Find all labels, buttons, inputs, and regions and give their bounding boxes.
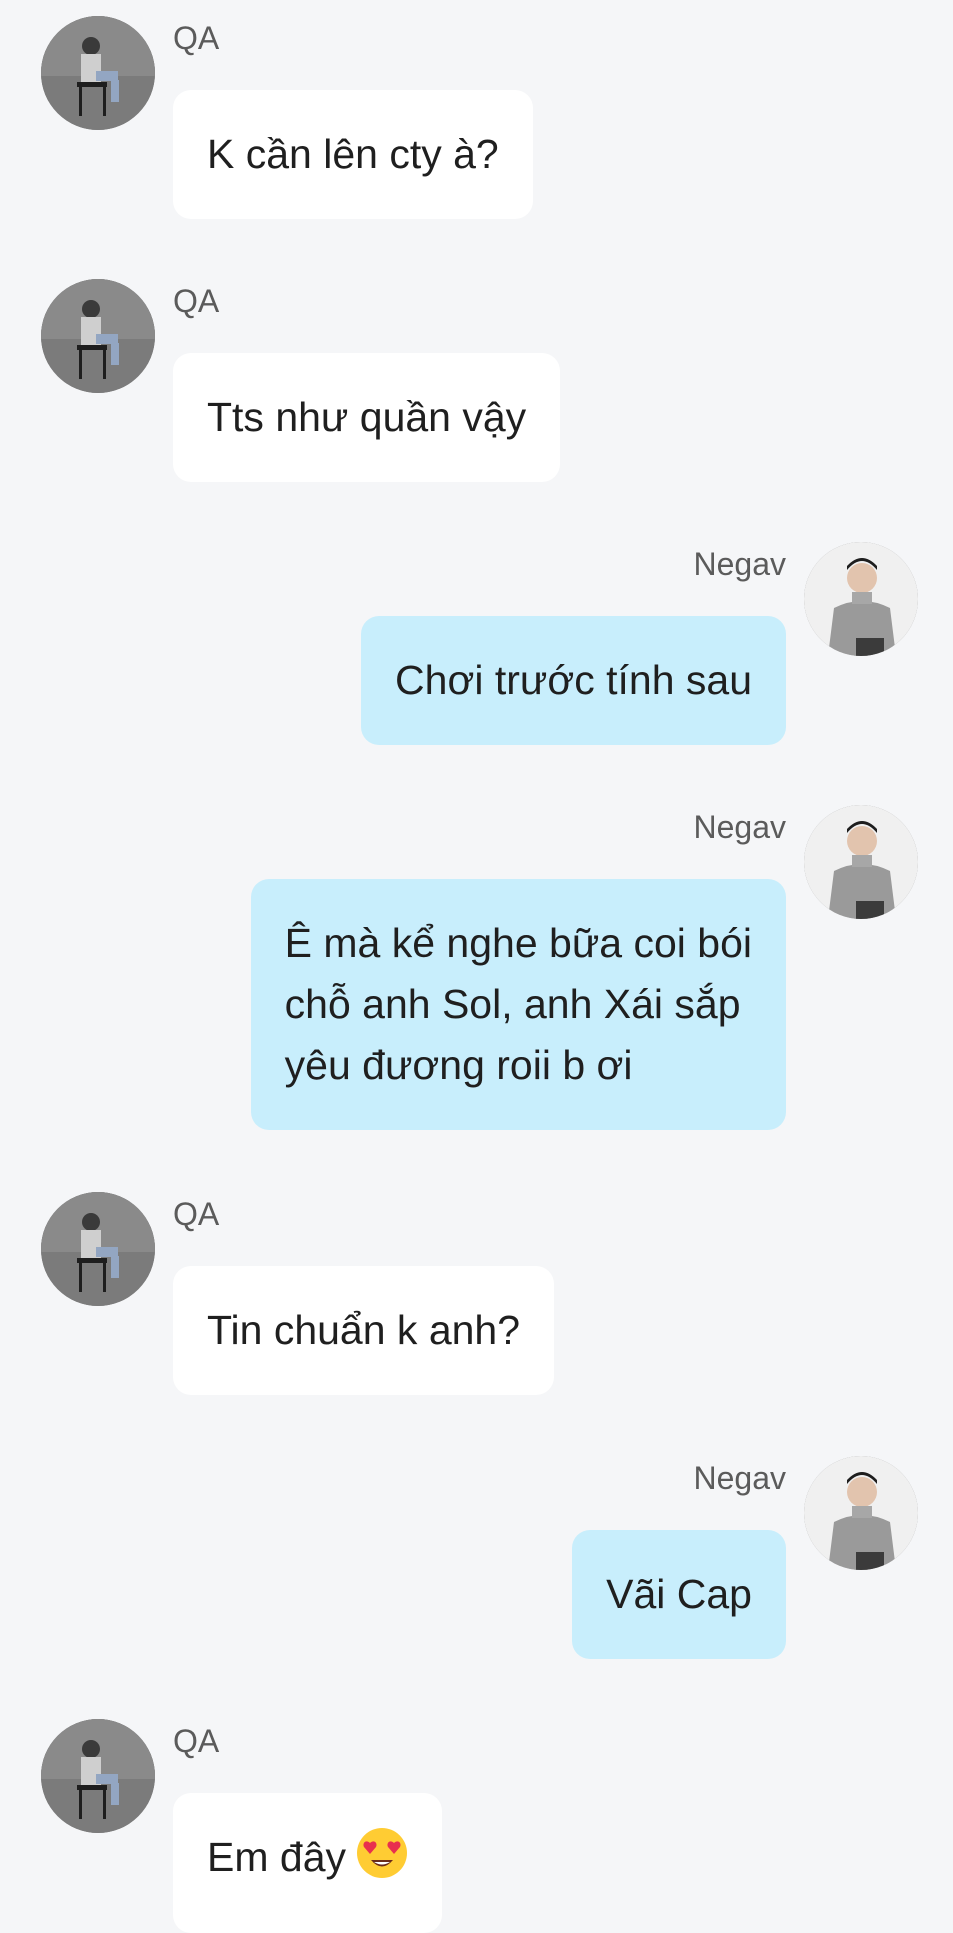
sender-name: QA	[173, 1723, 220, 1759]
sender-name: QA	[173, 20, 220, 56]
message-row: Negav Chơi trước tính sau	[0, 542, 953, 752]
message-row: QA Tts như quần vậy	[0, 279, 953, 489]
avatar-negav-image	[804, 1456, 918, 1570]
sender-name: QA	[173, 1196, 220, 1232]
sender-name: Negav	[693, 546, 787, 582]
message-bubble[interactable]: Tin chuẩn k anh?	[173, 1266, 555, 1395]
avatar-negav-icon[interactable]	[804, 805, 918, 919]
message-bubble[interactable]: Em đây	[173, 1793, 442, 1933]
avatar-qa-icon[interactable]	[41, 279, 155, 393]
avatar-qa-icon[interactable]	[41, 1719, 155, 1833]
heart-eyes-emoji-icon	[357, 1828, 407, 1878]
message-bubble[interactable]: Vãi Cap	[572, 1530, 786, 1659]
sender-name: QA	[173, 283, 220, 319]
sender-name: Negav	[693, 809, 787, 845]
message-bubble[interactable]: K cần lên cty à?	[173, 90, 533, 219]
message-row: QA K cần lên cty à?	[0, 16, 953, 226]
chat-thread[interactable]: QA K cần lên cty à? QA Tts như quần vậy	[0, 0, 953, 1933]
message-text: Em đây	[207, 1834, 346, 1880]
message-bubble[interactable]: Ê mà kể nghe bữa coi bói chỗ anh Sol, an…	[250, 879, 786, 1130]
avatar-negav-icon[interactable]	[804, 1456, 918, 1570]
avatar-negav-image	[804, 542, 918, 656]
avatar-negav-icon[interactable]	[804, 542, 918, 656]
message-bubble[interactable]: Chơi trước tính sau	[361, 616, 786, 745]
avatar-qa-icon[interactable]	[41, 16, 155, 130]
message-row: QA Em đây	[0, 1719, 953, 1933]
avatar-qa-image	[41, 1192, 155, 1306]
avatar-qa-image	[41, 279, 155, 393]
message-row: QA Tin chuẩn k anh?	[0, 1192, 953, 1402]
avatar-qa-image	[41, 16, 155, 130]
sender-name: Negav	[693, 1460, 787, 1496]
message-bubble[interactable]: Tts như quần vậy	[173, 353, 561, 482]
message-row: Negav Ê mà kể nghe bữa coi bói chỗ anh S…	[0, 805, 953, 1135]
avatar-qa-icon[interactable]	[41, 1192, 155, 1306]
message-row: Negav Vãi Cap	[0, 1456, 953, 1666]
avatar-negav-image	[804, 805, 918, 919]
avatar-qa-image	[41, 1719, 155, 1833]
